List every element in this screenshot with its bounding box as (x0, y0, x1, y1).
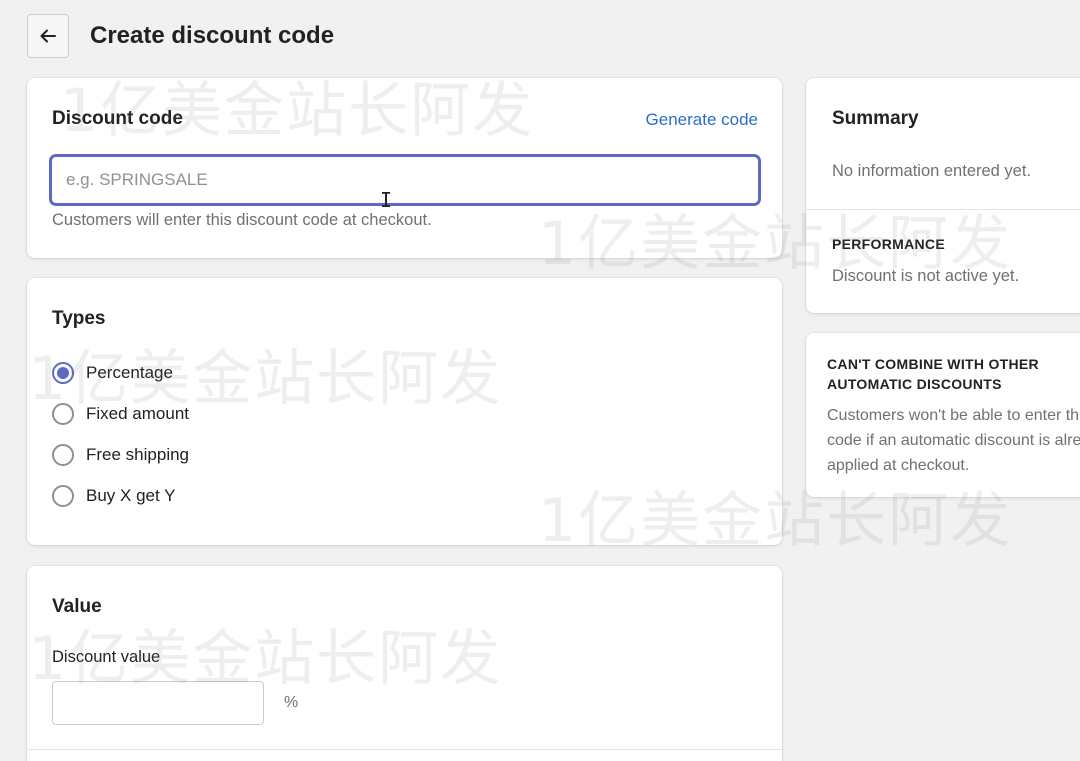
summary-empty-text: No information entered yet. (832, 162, 1032, 180)
type-option-label: Fixed amount (86, 404, 189, 423)
arrow-left-icon (40, 29, 56, 43)
radio-button[interactable] (52, 403, 74, 425)
combine-info-card: CAN'T COMBINE WITH OTHER AUTOMATIC DISCO… (806, 333, 1080, 497)
discount-code-card: Discount code Generate code Customers wi… (27, 78, 782, 258)
discount-code-help-text: Customers will enter this discount code … (52, 211, 432, 229)
type-option-percentage[interactable]: Percentage (52, 362, 173, 384)
type-option-label: Free shipping (86, 445, 190, 464)
discount-value-label: Discount value (52, 648, 161, 666)
types-title: Types (52, 308, 106, 329)
summary-card: Summary No information entered yet. PERF… (806, 78, 1080, 313)
type-option-label: Buy X get Y (86, 486, 176, 505)
back-button[interactable] (27, 14, 69, 58)
combine-heading: CAN'T COMBINE WITH OTHER AUTOMATIC DISCO… (827, 356, 1039, 392)
performance-text: Discount is not active yet. (832, 267, 1020, 285)
divider (806, 209, 1080, 210)
combine-text: Customers won't be able to enter this co… (827, 407, 1080, 474)
discount-value-input[interactable] (53, 682, 284, 724)
type-option-label: Percentage (86, 363, 173, 382)
generate-code-link[interactable]: Generate code (646, 110, 758, 130)
types-card: Types Percentage Fixed amount Free shipp… (27, 278, 782, 545)
discount-code-title: Discount code (52, 108, 183, 129)
radio-button[interactable] (52, 444, 74, 466)
type-option-buy-x-get-y[interactable]: Buy X get Y (52, 485, 175, 507)
percent-suffix: % (284, 694, 299, 711)
radio-button[interactable] (52, 485, 74, 507)
discount-code-input[interactable] (50, 155, 760, 205)
page-header: Create discount code (27, 14, 334, 58)
performance-heading: PERFORMANCE (832, 236, 945, 252)
radio-button-selected[interactable] (52, 362, 74, 384)
type-option-fixed-amount[interactable]: Fixed amount (52, 403, 189, 425)
discount-value-field: % (52, 681, 298, 725)
value-title: Value (52, 596, 102, 617)
value-card: Value Discount value % (27, 566, 782, 761)
type-option-free-shipping[interactable]: Free shipping (52, 444, 189, 466)
summary-title: Summary (832, 108, 919, 129)
divider (27, 749, 782, 750)
page-title: Create discount code (90, 22, 335, 49)
